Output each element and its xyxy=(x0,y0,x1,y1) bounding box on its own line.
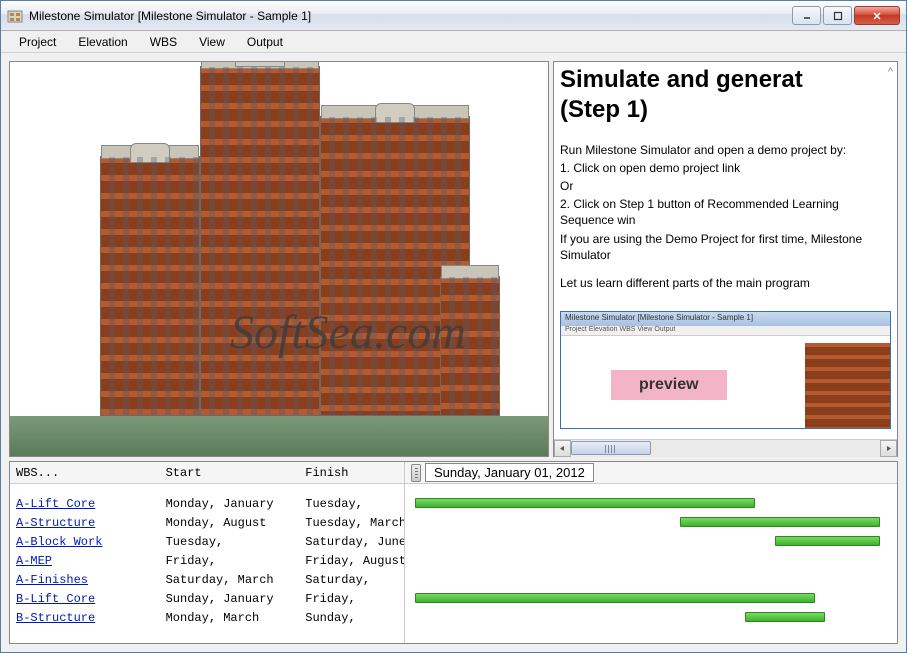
gantt-row xyxy=(405,532,897,551)
wbs-link[interactable]: A-MEP xyxy=(16,554,52,568)
help-thumbnail: Milestone Simulator [Milestone Simulator… xyxy=(560,311,891,429)
app-window: Milestone Simulator [Milestone Simulator… xyxy=(0,0,907,653)
menu-wbs[interactable]: WBS xyxy=(140,32,187,52)
help-line: Or xyxy=(560,178,891,194)
wbs-start: Monday, August xyxy=(160,515,300,531)
gantt-row xyxy=(405,608,897,627)
wbs-start: Monday, March xyxy=(160,610,300,626)
app-icon xyxy=(7,8,23,24)
thumb-titlebar: Milestone Simulator [Milestone Simulator… xyxy=(561,312,890,326)
scroll-track[interactable] xyxy=(571,440,880,457)
gantt-bar[interactable] xyxy=(745,612,825,622)
wbs-start: Tuesday, xyxy=(160,534,300,550)
wbs-link[interactable]: B-Lift Core xyxy=(16,592,95,606)
gantt-row xyxy=(405,570,897,589)
wbs-table: WBS... Start Finish A-Lift Core Monday, J… xyxy=(10,462,405,643)
window-title: Milestone Simulator [Milestone Simulator… xyxy=(29,9,792,23)
elevation-viewport[interactable] xyxy=(9,61,549,457)
col-header-start[interactable]: Start xyxy=(160,463,300,483)
scroll-up-hint: ^ xyxy=(888,66,893,78)
wbs-link[interactable]: A-Finishes xyxy=(16,573,88,587)
wbs-row[interactable]: A-Finishes Saturday, MarchSaturday, xyxy=(10,570,404,589)
client-area: ^ Simulate and generat (Step 1) Run Mile… xyxy=(1,53,906,652)
help-title: Simulate and generat xyxy=(560,66,891,94)
building-render xyxy=(10,62,548,456)
col-header-finish[interactable]: Finish xyxy=(299,463,404,483)
wbs-finish: Sunday, xyxy=(299,610,404,626)
gantt-row xyxy=(405,494,897,513)
wbs-row[interactable]: A-Lift Core Monday, JanuaryTuesday, xyxy=(10,494,404,513)
wbs-row[interactable]: B-Lift Core Sunday, JanuaryFriday, xyxy=(10,589,404,608)
gantt-header: Sunday, January 01, 2012 xyxy=(405,462,897,484)
wbs-row[interactable]: A-MEP Friday,Friday, August xyxy=(10,551,404,570)
gantt-bar[interactable] xyxy=(680,517,880,527)
scroll-right-button[interactable] xyxy=(880,440,897,457)
wbs-finish: Saturday, June xyxy=(299,534,404,550)
wbs-row[interactable]: B-Structure Monday, MarchSunday, xyxy=(10,608,404,627)
wbs-finish: Friday, August xyxy=(299,553,404,569)
current-date-display: Sunday, January 01, 2012 xyxy=(425,463,594,482)
titlebar[interactable]: Milestone Simulator [Milestone Simulator… xyxy=(1,1,906,31)
help-line: Run Milestone Simulator and open a demo … xyxy=(560,142,891,158)
scroll-left-button[interactable] xyxy=(554,440,571,457)
help-step: (Step 1) xyxy=(560,96,891,124)
wbs-start: Saturday, March xyxy=(160,572,300,588)
menu-elevation[interactable]: Elevation xyxy=(68,32,137,52)
menu-project[interactable]: Project xyxy=(9,32,66,52)
col-header-wbs[interactable]: WBS... xyxy=(10,463,160,483)
thumb-menu: Project Elevation WBS View Output xyxy=(561,326,890,336)
wbs-link[interactable]: A-Structure xyxy=(16,516,95,530)
gantt-row xyxy=(405,551,897,570)
gantt-chart[interactable]: Sunday, January 01, 2012 xyxy=(405,462,897,643)
help-line: 1. Click on open demo project link xyxy=(560,160,891,176)
wbs-row[interactable]: A-Block Work Tuesday,Saturday, June xyxy=(10,532,404,551)
gantt-row xyxy=(405,513,897,532)
help-line: If you are using the Demo Project for fi… xyxy=(560,231,891,263)
wbs-start: Monday, January xyxy=(160,496,300,512)
close-button[interactable] xyxy=(854,6,900,25)
wbs-finish: Tuesday, March xyxy=(299,515,404,531)
menu-view[interactable]: View xyxy=(189,32,235,52)
gantt-pane: WBS... Start Finish A-Lift Core Monday, J… xyxy=(9,461,898,644)
wbs-start: Friday, xyxy=(160,553,300,569)
wbs-rows: A-Lift CoreMonday, JanuaryTuesday,A-Stru… xyxy=(10,484,404,643)
help-hscrollbar[interactable] xyxy=(554,439,897,456)
minimize-button[interactable] xyxy=(792,6,821,25)
help-panel: ^ Simulate and generat (Step 1) Run Mile… xyxy=(553,61,898,457)
wbs-finish: Tuesday, xyxy=(299,496,404,512)
gantt-row xyxy=(405,589,897,608)
menu-output[interactable]: Output xyxy=(237,32,293,52)
wbs-finish: Saturday, xyxy=(299,572,404,588)
help-line: 2. Click on Step 1 button of Recommended… xyxy=(560,196,891,228)
top-pane: ^ Simulate and generat (Step 1) Run Mile… xyxy=(9,61,898,457)
timeline-slider-handle[interactable] xyxy=(411,464,421,482)
wbs-row[interactable]: A-Structure Monday, AugustTuesday, March xyxy=(10,513,404,532)
gantt-rows xyxy=(405,484,897,643)
preview-badge: preview xyxy=(611,370,727,400)
gantt-bar[interactable] xyxy=(775,536,880,546)
wbs-link[interactable]: B-Structure xyxy=(16,611,95,625)
wbs-finish: Friday, xyxy=(299,591,404,607)
scroll-thumb[interactable] xyxy=(571,441,651,455)
maximize-button[interactable] xyxy=(823,6,852,25)
wbs-link[interactable]: A-Block Work xyxy=(16,535,102,549)
gantt-bar[interactable] xyxy=(415,498,755,508)
wbs-link[interactable]: A-Lift Core xyxy=(16,497,95,511)
menubar: Project Elevation WBS View Output xyxy=(1,31,906,53)
help-line: Let us learn different parts of the main… xyxy=(560,275,891,291)
help-content[interactable]: Simulate and generat (Step 1) Run Milest… xyxy=(554,62,897,439)
wbs-header: WBS... Start Finish xyxy=(10,462,404,484)
wbs-start: Sunday, January xyxy=(160,591,300,607)
gantt-bar[interactable] xyxy=(415,593,815,603)
